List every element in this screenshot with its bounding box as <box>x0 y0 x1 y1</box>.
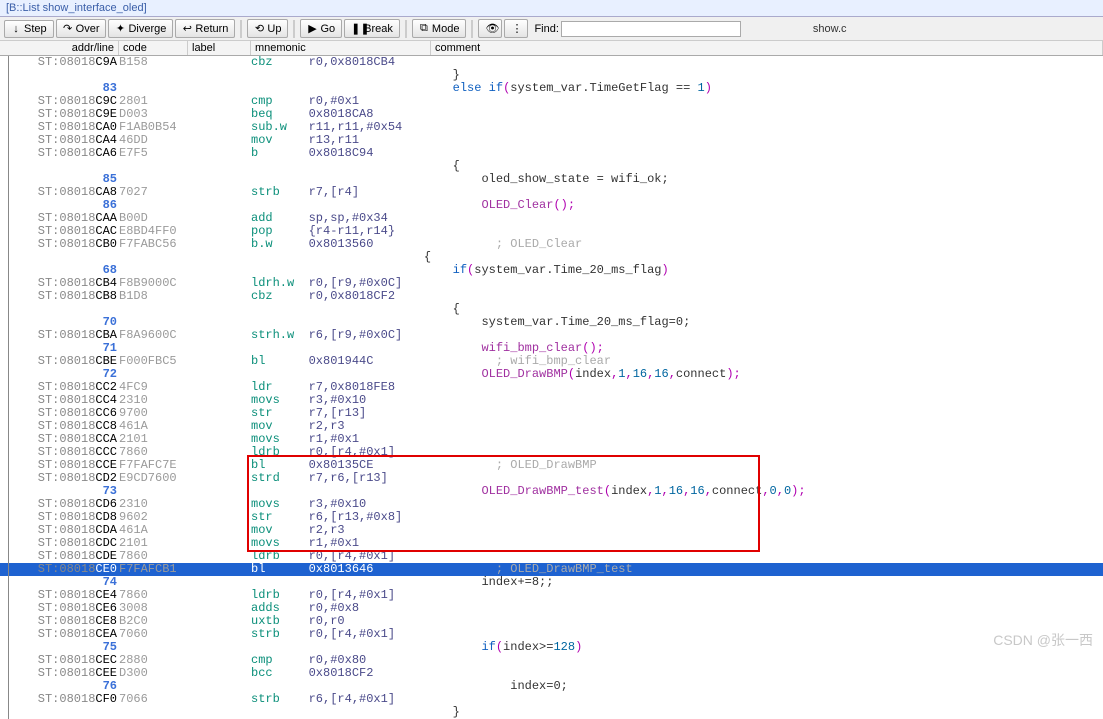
over-icon: ↷ <box>63 22 73 35</box>
separator <box>471 20 473 38</box>
go-icon: ▶ <box>307 22 317 35</box>
find-label: Find: <box>534 23 558 35</box>
listing-row[interactable]: 76 index=0; <box>0 680 1103 693</box>
diverge-button[interactable]: ✦Diverge <box>108 19 173 38</box>
header-comment[interactable]: comment <box>431 41 1103 55</box>
find-input[interactable] <box>561 21 741 37</box>
listing-row[interactable]: ST:08018CEC2880 cmp r0,#0x80 <box>0 654 1103 667</box>
go-button[interactable]: ▶Go <box>300 19 342 38</box>
tool1-button[interactable]: 👁 <box>478 19 502 38</box>
break-icon: ❚❚ <box>351 22 361 35</box>
listing-row[interactable]: } <box>0 706 1103 719</box>
up-icon: ⟲ <box>254 22 264 35</box>
header-label[interactable]: label <box>188 41 251 55</box>
listing-row[interactable]: ST:08018CF07066 strb r6,[r4,#0x1] <box>0 693 1103 706</box>
file-label: show.c <box>813 23 847 35</box>
window-title: [B::List show_interface_oled] <box>0 0 1103 17</box>
over-button[interactable]: ↷Over <box>56 19 107 38</box>
header-mnemonic[interactable]: mnemonic <box>251 41 431 55</box>
step-icon: ↓ <box>11 23 21 35</box>
return-icon: ↩ <box>182 22 192 35</box>
column-headers: addr/line code label mnemonic comment <box>0 41 1103 56</box>
break-button[interactable]: ❚❚Break <box>344 19 400 38</box>
separator <box>405 20 407 38</box>
separator <box>240 20 242 38</box>
text-icon: ⋮ <box>511 22 521 35</box>
diverge-icon: ✦ <box>115 22 125 35</box>
binoculars-icon: 👁 <box>485 22 495 35</box>
return-button[interactable]: ↩Return <box>175 19 235 38</box>
disassembly-listing[interactable]: ST:08018C9AB158 cbz r0,0x8018CB4 } 83 el… <box>0 56 1103 719</box>
header-code[interactable]: code <box>119 41 188 55</box>
mode-icon: ⧉ <box>419 22 429 35</box>
header-addr[interactable]: addr/line <box>0 41 119 55</box>
toolbar: ↓Step ↷Over ✦Diverge ↩Return ⟲Up ▶Go ❚❚B… <box>0 17 1103 41</box>
tool2-button[interactable]: ⋮ <box>504 19 528 38</box>
up-button[interactable]: ⟲Up <box>247 19 288 38</box>
separator <box>293 20 295 38</box>
mode-button[interactable]: ⧉Mode <box>412 19 467 38</box>
watermark: CSDN @张一西 <box>993 630 1093 650</box>
step-button[interactable]: ↓Step <box>4 20 54 38</box>
